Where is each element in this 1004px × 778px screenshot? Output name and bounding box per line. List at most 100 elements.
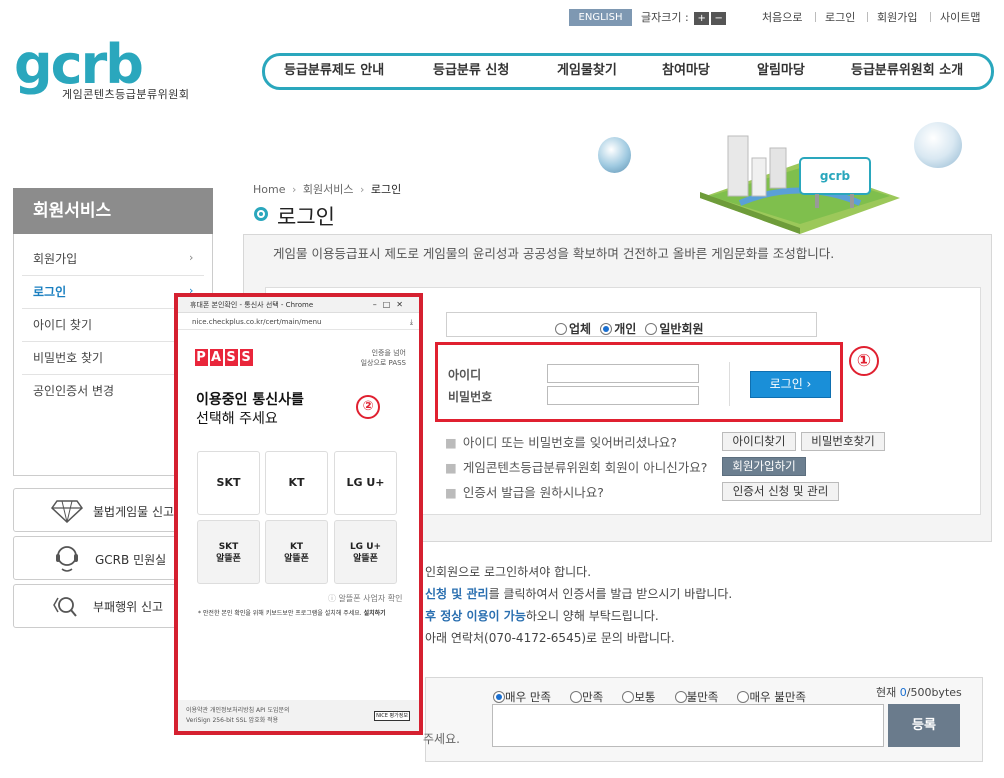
password-label: 비밀번호 bbox=[448, 390, 493, 404]
sidebar-item-find-password[interactable]: 비밀번호 찾기 bbox=[33, 350, 103, 366]
carrier-skt-mvno-button[interactable]: SKT 알뜰폰 bbox=[197, 520, 260, 584]
help-row: ■ 아이디 또는 비밀번호를 잊어버리셨나요? bbox=[445, 432, 677, 451]
info-icon: ⓘ bbox=[328, 594, 339, 603]
sidebar-item-find-id[interactable]: 아이디 찾기 bbox=[33, 317, 92, 333]
divider bbox=[729, 362, 730, 406]
radio-label: 업체 bbox=[569, 322, 592, 336]
find-id-button[interactable]: 아이디찾기 bbox=[722, 432, 796, 451]
breadcrumb-separator: › bbox=[360, 183, 365, 196]
carrier-name: KT bbox=[289, 542, 304, 552]
note-line: 후 정상 이용이 가능하오니 양해 부탁드립니다. bbox=[425, 607, 659, 624]
logo-subtitle: 게임콘텐츠등급분류위원회 bbox=[62, 88, 190, 101]
install-link[interactable]: 설치하기 bbox=[364, 610, 386, 617]
home-link[interactable]: 처음으로 bbox=[762, 9, 802, 26]
logo[interactable]: gcrb bbox=[14, 38, 144, 92]
mvno-check-link[interactable]: ⓘ 알뜰폰 사업자 확인 bbox=[328, 593, 403, 604]
divider bbox=[815, 12, 816, 22]
breadcrumb-separator: › bbox=[291, 183, 297, 196]
help-row: ■ 게임콘텐츠등급분류위원회 회원이 아니신가요? bbox=[445, 457, 707, 476]
help-row: ■ 인증서 발급을 원하시나요? bbox=[445, 482, 604, 501]
carrier-lgu-mvno-button[interactable]: LG U+ 알뜰폰 bbox=[334, 520, 397, 584]
pass-letter: P bbox=[195, 349, 208, 366]
city-illustration: gcrb bbox=[700, 135, 900, 234]
sidebar-item-login[interactable]: 로그인 bbox=[33, 284, 66, 300]
diamond-icon bbox=[51, 500, 83, 523]
password-input[interactable] bbox=[547, 386, 699, 405]
download-icon[interactable]: ⤓ bbox=[410, 315, 413, 330]
sidebar-title: 회원서비스 bbox=[13, 188, 213, 234]
nav-item[interactable]: 알림마당 bbox=[757, 62, 805, 80]
find-password-button[interactable]: 비밀번호찾기 bbox=[801, 432, 885, 451]
pass-tagline-line: 일상으로 PASS bbox=[360, 359, 406, 367]
member-type-selector: 업체 개인 일반회원 bbox=[446, 312, 817, 337]
carrier-lgu-button[interactable]: LG U+ bbox=[334, 451, 397, 515]
nav-item[interactable]: 등급분류제도 안내 bbox=[284, 62, 384, 80]
counter-value: 0 bbox=[899, 686, 907, 699]
quick-link-label: GCRB 민원실 bbox=[95, 553, 167, 567]
radio-very-satisfied[interactable] bbox=[493, 691, 505, 703]
help-text: 아이디 또는 비밀번호를 잊어버리셨나요? bbox=[462, 435, 677, 450]
popup-heading: 이용중인 통신사를 bbox=[196, 392, 304, 408]
pass-tagline: 인증을 넘어일상으로 PASS bbox=[338, 348, 406, 368]
radio-dissatisfied[interactable] bbox=[674, 691, 687, 703]
english-button[interactable]: ENGLISH bbox=[569, 9, 632, 26]
pass-tagline-line: 인증을 넘어 bbox=[371, 349, 406, 357]
font-minus-button[interactable]: − bbox=[711, 11, 727, 25]
popup-url-bar: nice.checkplus.co.kr/cert/main/menu ⤓ bbox=[178, 315, 419, 330]
breadcrumb-current: 로그인 bbox=[370, 183, 402, 196]
radio-neutral[interactable] bbox=[622, 691, 635, 703]
divider bbox=[22, 275, 204, 276]
radio-label: 개인 bbox=[614, 322, 637, 336]
radio-company[interactable] bbox=[555, 323, 567, 335]
radio-label: 일반회원 bbox=[659, 322, 704, 336]
nav-item[interactable]: 등급분류 신청 bbox=[433, 62, 509, 80]
quick-link-label: 불법게임물 신고 bbox=[93, 505, 175, 519]
nav-item[interactable]: 등급분류위원회 소개 bbox=[851, 62, 963, 80]
nav-item[interactable]: 게임물찾기 bbox=[557, 62, 617, 80]
note-line: 인회원으로 로그인하셔야 합니다. bbox=[425, 565, 592, 579]
carrier-sub: 알뜰폰 bbox=[353, 554, 378, 564]
carrier-name: LG U+ bbox=[349, 542, 382, 552]
breadcrumb-level1[interactable]: 회원서비스 bbox=[303, 183, 354, 196]
carrier-name: SKT bbox=[218, 542, 239, 552]
headset-icon bbox=[56, 546, 78, 572]
submit-feedback-button[interactable]: 등록 bbox=[888, 704, 960, 747]
signup-button[interactable]: 회원가입하기 bbox=[722, 457, 806, 476]
note-text: 하오니 양해 부탁드립니다. bbox=[525, 609, 659, 623]
note-emphasis: 신청 및 관리 bbox=[425, 587, 489, 601]
font-plus-button[interactable]: + bbox=[694, 11, 710, 25]
step-marker: ① bbox=[849, 346, 879, 376]
page-title: 로그인 bbox=[277, 205, 335, 229]
sitemap-link[interactable]: 사이트맵 bbox=[940, 9, 980, 26]
signup-link[interactable]: 회원가입 bbox=[877, 9, 917, 26]
bullet-icon: ■ bbox=[445, 435, 457, 450]
pass-letter: S bbox=[240, 349, 253, 366]
feedback-textarea[interactable] bbox=[492, 704, 884, 747]
radio-satisfied[interactable] bbox=[570, 691, 583, 703]
note-line: 신청 및 관리를 클릭하여서 인증서를 발급 받으시기 바랍니다. bbox=[425, 585, 732, 602]
radio-general[interactable] bbox=[645, 323, 658, 335]
font-size-label: 글자크기 : bbox=[641, 11, 689, 24]
login-link[interactable]: 로그인 bbox=[825, 9, 855, 26]
radio-personal[interactable] bbox=[600, 323, 613, 335]
popup-title: 휴대폰 본인확인 - 통신사 선택 - Chrome bbox=[190, 301, 314, 309]
radio-label: 매우 불만족 bbox=[749, 690, 807, 704]
nav-item[interactable]: 참여마당 bbox=[662, 62, 710, 80]
satisfaction-options: 매우 만족 만족 보통 불만족 매우 불만족 bbox=[493, 686, 820, 705]
breadcrumb-home[interactable]: Home bbox=[253, 183, 285, 196]
login-button[interactable]: 로그인 › bbox=[750, 371, 831, 398]
certificate-button[interactable]: 인증서 신청 및 관리 bbox=[722, 482, 839, 501]
radio-very-dissatisfied[interactable] bbox=[737, 691, 750, 703]
id-input[interactable] bbox=[547, 364, 699, 383]
carrier-skt-button[interactable]: SKT bbox=[197, 451, 260, 515]
title-bullet-icon bbox=[254, 207, 268, 221]
popup-url: nice.checkplus.co.kr/cert/main/menu bbox=[192, 318, 322, 326]
balloon-illustration bbox=[914, 122, 962, 168]
divider bbox=[867, 12, 868, 22]
window-controls-icon[interactable]: –□✕ bbox=[373, 297, 409, 313]
sidebar-item-signup[interactable]: 회원가입 bbox=[33, 251, 77, 267]
carrier-kt-mvno-button[interactable]: KT 알뜰폰 bbox=[265, 520, 328, 584]
sidebar-item-certificate[interactable]: 공인인증서 변경 bbox=[33, 383, 114, 399]
bullet-icon: ■ bbox=[445, 460, 457, 475]
carrier-kt-button[interactable]: KT bbox=[265, 451, 328, 515]
